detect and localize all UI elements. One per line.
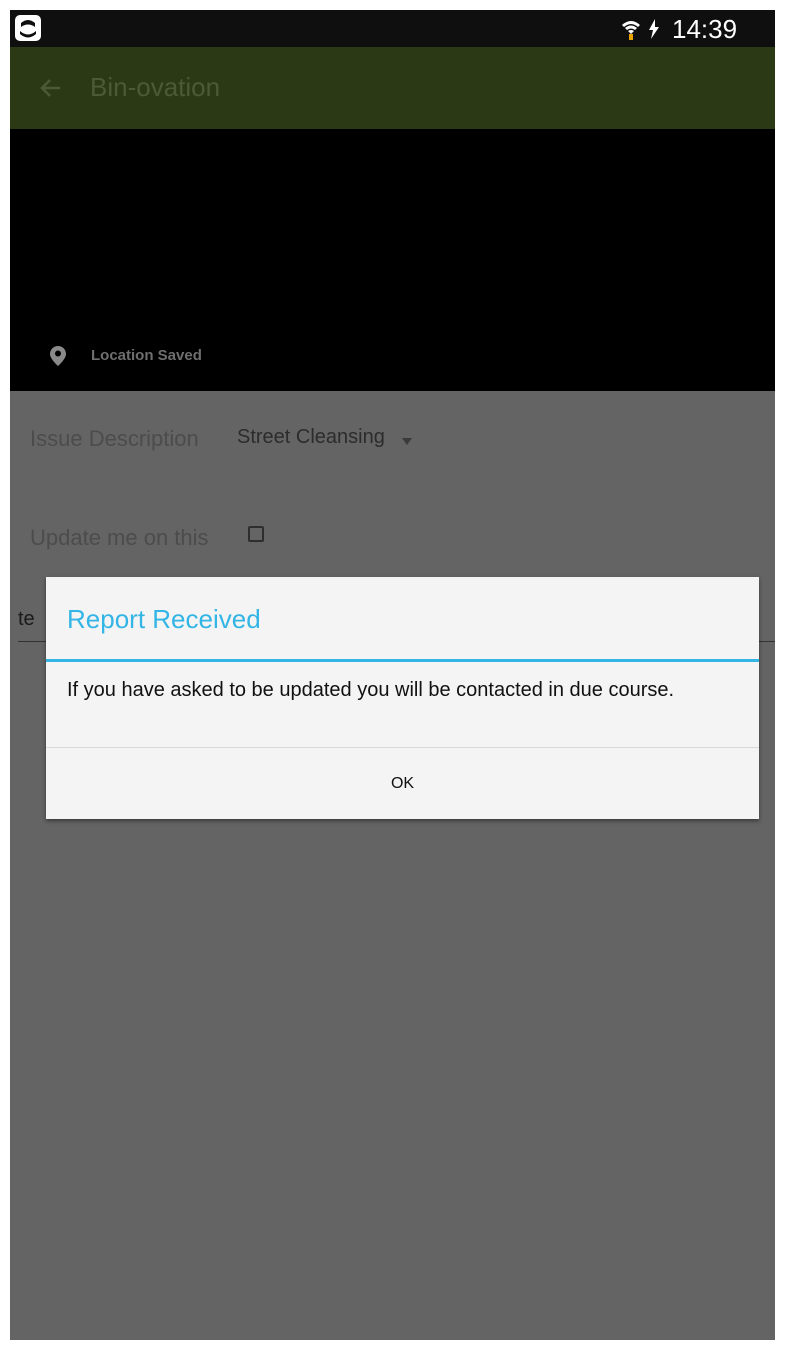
- report-received-dialog: Report Received If you have asked to be …: [46, 577, 759, 819]
- app-title: Bin-ovation: [90, 72, 221, 102]
- dialog-title-divider: [46, 659, 759, 662]
- app-notification-icon: [15, 15, 41, 41]
- arrow-left-icon[interactable]: [38, 75, 64, 101]
- update-me-label: Update me on this: [30, 525, 209, 550]
- wifi-icon: [622, 21, 640, 40]
- status-time: 14:39: [672, 14, 738, 44]
- dialog-title: Report Received: [67, 604, 261, 634]
- app-bar: Bin-ovation: [10, 47, 775, 129]
- comment-input-value: te: [18, 608, 35, 630]
- location-preview: Location Saved: [10, 129, 775, 391]
- screen: 14:39 Bin-ovation Location Saved Issue D…: [10, 10, 775, 1340]
- update-me-checkbox[interactable]: [248, 526, 264, 542]
- location-status: Location Saved: [91, 347, 202, 364]
- issue-description-select[interactable]: Street Cleansing: [237, 426, 385, 449]
- dropdown-arrow-icon[interactable]: [402, 438, 412, 446]
- dialog-message: If you have asked to be updated you will…: [67, 679, 675, 701]
- map-pin-icon: [50, 346, 66, 366]
- issue-description-label: Issue Description: [30, 426, 199, 451]
- status-bar: 14:39: [10, 10, 775, 47]
- ok-button[interactable]: OK: [46, 748, 759, 819]
- battery-charging-icon: [649, 19, 659, 39]
